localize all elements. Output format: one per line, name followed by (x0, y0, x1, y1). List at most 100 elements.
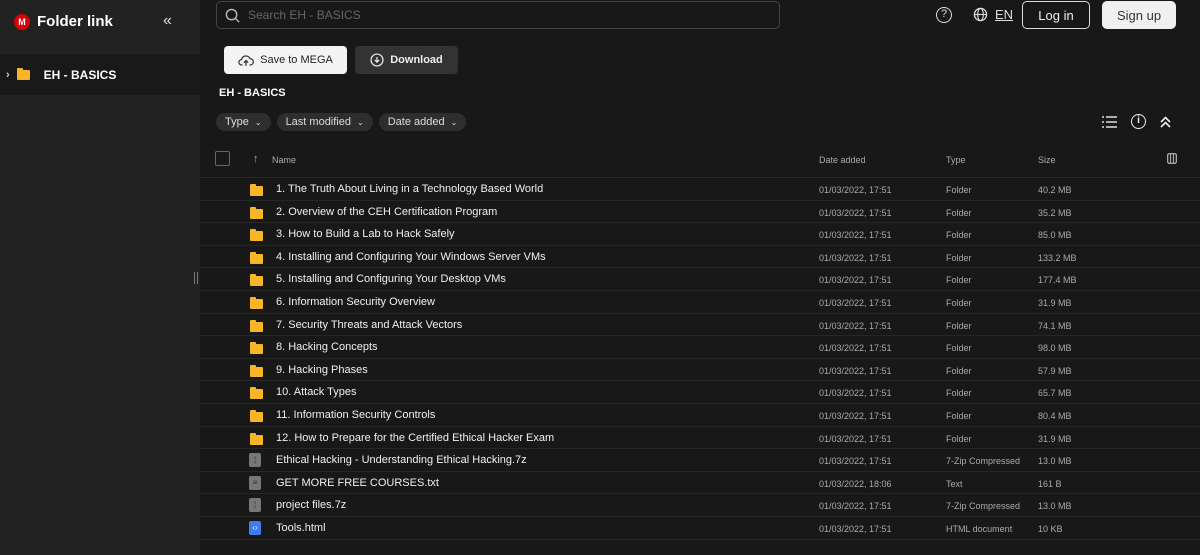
table-row[interactable]: 3. How to Build a Lab to Hack Safely 01/0… (200, 223, 1200, 246)
file-name[interactable]: Tools.html (276, 522, 326, 534)
table-row[interactable]: 5. Installing and Configuring Your Deskt… (200, 268, 1200, 291)
filter-type[interactable]: Type ⌄ (216, 113, 271, 131)
file-type: Folder (946, 297, 972, 308)
file-type: Folder (946, 343, 972, 354)
file-size: 85.0 MB (1038, 230, 1072, 241)
table-row[interactable]: 2. Overview of the CEH Certification Pro… (200, 201, 1200, 224)
list-view-icon[interactable] (1102, 115, 1117, 128)
download-label: Download (390, 54, 443, 66)
sidebar-item-eh-basics[interactable]: › EH - BASICS (0, 54, 200, 95)
table-row[interactable]: 6. Information Security Overview 01/03/20… (200, 291, 1200, 314)
file-date: 01/03/2022, 17:51 (819, 252, 892, 263)
file-type: 7-Zip Compressed (946, 456, 1021, 467)
table-row[interactable]: 8. Hacking Concepts 01/03/2022, 17:51 Fold… (200, 336, 1200, 359)
breadcrumb: EH - BASICS (219, 87, 286, 99)
file-type: Folder (946, 275, 972, 286)
file-name[interactable]: 2. Overview of the CEH Certification Pro… (276, 206, 497, 218)
table-row[interactable]: 12. How to Prepare for the Certified Eth… (200, 427, 1200, 450)
file-name[interactable]: 11. Information Security Controls (276, 409, 435, 421)
file-name[interactable]: 10. Attack Types (276, 386, 357, 398)
file-date: 01/03/2022, 17:51 (819, 388, 892, 399)
language-label: EN (995, 7, 1014, 22)
file-name[interactable]: 7. Security Threats and Attack Vectors (276, 319, 462, 331)
table-row[interactable]: 11. Information Security Controls 01/03/2… (200, 404, 1200, 427)
file-type: Folder (946, 185, 972, 195)
filter-last-modified[interactable]: Last modified ⌄ (276, 113, 373, 131)
file-size: 13.0 MB (1038, 456, 1072, 467)
table-row[interactable]: ‹› Tools.html 01/03/2022, 17:51 HTML docume… (200, 517, 1200, 540)
file-type: Folder (946, 388, 972, 399)
columns-icon[interactable] (1167, 153, 1177, 164)
login-button[interactable]: Log in (1022, 1, 1090, 29)
file-name[interactable]: GET MORE FREE COURSES.txt (276, 477, 439, 489)
file-name[interactable]: 6. Information Security Overview (276, 296, 435, 308)
table-row[interactable]: 7. Security Threats and Attack Vectors 01… (200, 314, 1200, 337)
save-label: Save to MEGA (260, 54, 333, 66)
file-name[interactable]: project files.7z (276, 499, 346, 511)
save-to-mega-button[interactable]: Save to MEGA (224, 46, 347, 74)
filter-label: Last modified (285, 116, 351, 128)
search-icon (225, 8, 240, 23)
file-name[interactable]: 9. Hacking Phases (276, 364, 368, 376)
select-all-checkbox[interactable] (215, 151, 230, 166)
sort-arrow-up-icon[interactable]: ↑ (253, 153, 259, 165)
table-row[interactable]: ¦ project files.7z 01/03/2022, 17:51 7-Zip … (200, 494, 1200, 517)
view-controls: i (1102, 114, 1171, 129)
file-date: 01/03/2022, 17:51 (819, 365, 892, 376)
file-list: 1. The Truth About Living in a Technolog… (200, 178, 1200, 540)
column-type[interactable]: Type (946, 155, 966, 165)
file-size: 40.2 MB (1038, 185, 1072, 195)
file-size: 65.7 MB (1038, 388, 1072, 399)
file-date: 01/03/2022, 17:51 (819, 343, 892, 354)
signup-button[interactable]: Sign up (1102, 1, 1176, 29)
column-date-added[interactable]: Date added (819, 155, 866, 165)
table-row[interactable]: 9. Hacking Phases 01/03/2022, 17:51 Folder… (200, 359, 1200, 382)
chevron-right-icon[interactable]: › (6, 69, 10, 81)
file-name[interactable]: 4. Installing and Configuring Your Windo… (276, 251, 546, 263)
logo[interactable]: M Folder link (14, 13, 113, 30)
resize-handle[interactable] (194, 272, 198, 284)
file-size: 10 KB (1038, 523, 1063, 534)
file-type: 7-Zip Compressed (946, 501, 1021, 512)
folder-icon (16, 67, 30, 80)
table-row[interactable]: 4. Installing and Configuring Your Windo… (200, 246, 1200, 269)
folder-icon (250, 387, 263, 400)
filter-date-added[interactable]: Date added ⌄ (378, 113, 467, 131)
file-size: 35.2 MB (1038, 207, 1072, 218)
search-input[interactable] (248, 8, 748, 22)
file-type: Folder (946, 207, 972, 218)
archive-file-icon: ¦ (249, 498, 261, 513)
file-name[interactable]: 3. How to Build a Lab to Hack Safely (276, 228, 455, 240)
table-row[interactable]: ¦ Ethical Hacking - Understanding Ethical… (200, 449, 1200, 472)
column-size[interactable]: Size (1038, 155, 1056, 165)
file-name[interactable]: 5. Installing and Configuring Your Deskt… (276, 273, 506, 285)
table-row[interactable]: 10. Attack Types 01/03/2022, 17:51 Folder 6… (200, 381, 1200, 404)
chevron-down-icon: ⌄ (450, 117, 458, 127)
file-size: 31.9 MB (1038, 297, 1072, 308)
file-date: 01/03/2022, 17:51 (819, 297, 892, 308)
folder-icon (250, 184, 263, 196)
file-name[interactable]: 8. Hacking Concepts (276, 341, 378, 353)
chevrons-up-icon[interactable] (1160, 115, 1171, 128)
table-row[interactable]: ≡ GET MORE FREE COURSES.txt 01/03/2022, 18… (200, 472, 1200, 495)
table-row[interactable]: 1. The Truth About Living in a Technolog… (200, 178, 1200, 201)
file-date: 01/03/2022, 17:51 (819, 207, 892, 218)
help-icon[interactable]: ? (936, 7, 952, 23)
info-icon[interactable]: i (1131, 114, 1146, 129)
file-size: 98.0 MB (1038, 343, 1072, 354)
html-file-icon: ‹› (249, 520, 261, 535)
language-selector[interactable]: EN (973, 7, 1013, 22)
file-name[interactable]: 1. The Truth About Living in a Technolog… (276, 183, 543, 195)
file-size: 133.2 MB (1038, 252, 1077, 263)
file-name[interactable]: Ethical Hacking - Understanding Ethical … (276, 454, 527, 466)
collapse-sidebar-icon[interactable]: « (163, 12, 172, 30)
file-type: Folder (946, 410, 972, 421)
search-bar[interactable] (216, 1, 780, 29)
column-name[interactable]: Name (272, 155, 296, 165)
file-date: 01/03/2022, 17:51 (819, 230, 892, 241)
file-name[interactable]: 12. How to Prepare for the Certified Eth… (276, 432, 554, 444)
archive-file-icon: ¦ (249, 453, 261, 468)
text-file-icon: ≡ (249, 475, 261, 490)
file-date: 01/03/2022, 17:51 (819, 275, 892, 286)
download-button[interactable]: Download (355, 46, 458, 74)
